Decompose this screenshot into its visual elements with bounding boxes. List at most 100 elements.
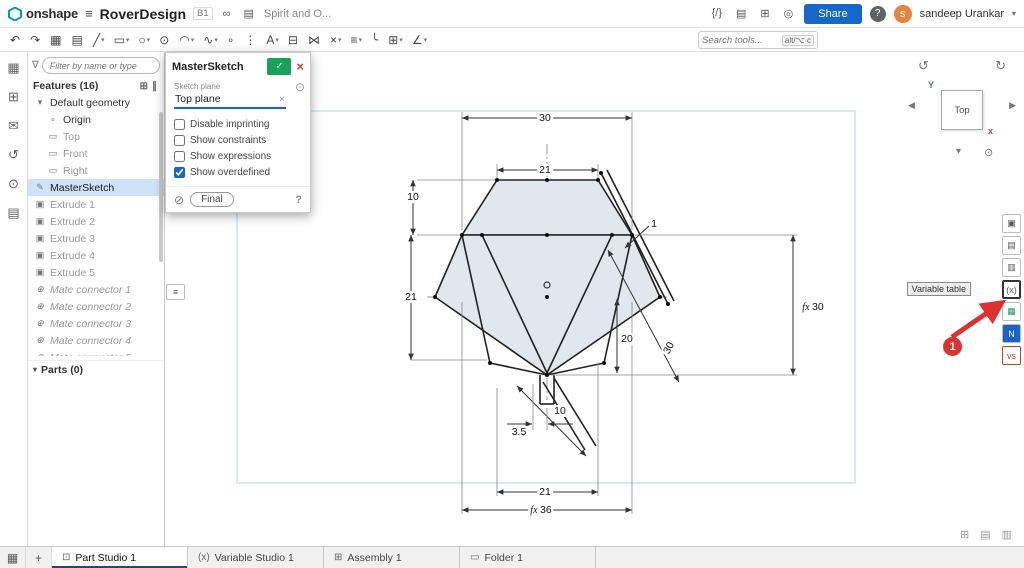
filter-funnel-icon[interactable]: ∇: [32, 60, 39, 71]
titlebar-icon[interactable]: ▤: [733, 7, 749, 20]
strip-icon[interactable]: ▦: [7, 60, 19, 76]
strip-icon[interactable]: ↺: [8, 147, 19, 163]
parts-section[interactable]: ▾ Parts (0): [28, 360, 164, 378]
dialog-option[interactable]: Show overdefined: [174, 164, 302, 180]
right-panel-button[interactable]: vs: [1002, 346, 1021, 365]
link-icon[interactable]: ∞: [220, 8, 234, 20]
display-mode-icon[interactable]: ⊙: [984, 146, 993, 159]
tool-dropdown-chevron-icon[interactable]: ▾: [358, 36, 362, 44]
rotate-ccw-icon[interactable]: ↺: [918, 58, 929, 74]
titlebar-icon[interactable]: ◎: [781, 7, 797, 20]
toolbar-tool-button[interactable]: ≡ ▾: [346, 31, 366, 49]
dialog-option[interactable]: Show expressions: [174, 148, 302, 164]
tool-dropdown-chevron-icon[interactable]: ▾: [399, 36, 403, 44]
feature-tree-item[interactable]: ⊕ Mate connector 2: [28, 298, 164, 315]
toolbar-tool-button[interactable]: ⊞ ▾: [384, 31, 407, 49]
tool-dropdown-chevron-icon[interactable]: ▾: [338, 36, 342, 44]
feature-tree-item[interactable]: ▭ Top: [28, 128, 164, 145]
dialog-help-icon[interactable]: ?: [295, 194, 302, 206]
tab-manager-icon[interactable]: ▦: [0, 547, 26, 568]
confirm-button[interactable]: ✓: [267, 58, 291, 75]
user-name[interactable]: sandeep Urankar: [920, 8, 1004, 20]
studio-tab[interactable]: (x) Variable Studio 1: [188, 547, 324, 568]
feature-tree-item[interactable]: ▭ Right: [28, 162, 164, 179]
dialog-option[interactable]: Disable imprinting: [174, 116, 302, 132]
sketch-dimension[interactable]: 21: [403, 291, 419, 303]
avatar[interactable]: s: [894, 5, 912, 23]
strip-icon[interactable]: ⊞: [8, 89, 19, 105]
canvas-corner-icon[interactable]: ⊞: [960, 528, 969, 541]
feature-filter-input[interactable]: [42, 57, 160, 74]
canvas-corner-icon[interactable]: ▤: [980, 528, 990, 541]
toolbar-tool-button[interactable]: ⋈: [304, 31, 325, 49]
tree-scrollbar[interactable]: [159, 112, 163, 262]
share-button[interactable]: Share: [804, 4, 861, 24]
option-checkbox[interactable]: [174, 151, 185, 162]
tool-dropdown-chevron-icon[interactable]: ▾: [191, 36, 195, 44]
toolbar-tool-button[interactable]: ⊙: [155, 31, 174, 49]
feature-tree-item[interactable]: ⊕ Mate connector 1: [28, 281, 164, 298]
feature-tree-item[interactable]: ∘ Origin: [28, 111, 164, 128]
toolbar-tool-button[interactable]: ↷: [26, 31, 45, 49]
sketch-dimension[interactable]: fx 36: [528, 504, 553, 516]
view-cube-face-top[interactable]: Top: [941, 90, 983, 130]
search-tools-box[interactable]: alt/⌥ c: [698, 31, 818, 49]
titlebar-icon[interactable]: ⊞: [757, 7, 772, 20]
dialog-option[interactable]: Show constraints: [174, 132, 302, 148]
feature-tree-item[interactable]: ✎ MasterSketch: [28, 179, 164, 196]
view-menu-chevron-icon[interactable]: ▾: [956, 146, 961, 157]
toolbar-tool-button[interactable]: ◠ ▾: [175, 31, 198, 49]
feature-tree-item[interactable]: ▾ Default geometry: [28, 94, 164, 111]
sketch-dimension[interactable]: 1: [649, 218, 659, 230]
feature-tree-item[interactable]: ▣ Extrude 5: [28, 264, 164, 281]
search-tools-input[interactable]: [702, 35, 779, 46]
strip-icon[interactable]: ✉: [8, 118, 19, 134]
sketch-dimension[interactable]: 20: [619, 333, 635, 345]
feature-tree-item[interactable]: ⊕ Mate connector 4: [28, 332, 164, 349]
sketch-state-icon[interactable]: ⊘: [174, 193, 184, 207]
toolbar-tool-button[interactable]: ▭ ▾: [110, 31, 134, 49]
studio-tab[interactable]: ⊞ Assembly 1: [324, 547, 460, 568]
feature-tree-item[interactable]: ▣ Extrude 1: [28, 196, 164, 213]
option-checkbox[interactable]: [174, 135, 185, 146]
final-button[interactable]: Final: [190, 192, 234, 207]
toolbar-tool-button[interactable]: ▦: [46, 31, 66, 49]
feature-tree-item[interactable]: ⊕ Mate connector 3: [28, 315, 164, 332]
strip-icon[interactable]: ▤: [7, 205, 19, 221]
close-button[interactable]: ×: [296, 60, 304, 73]
sketch-dimension[interactable]: 21: [537, 486, 553, 498]
right-panel-button[interactable]: ▤: [1002, 236, 1021, 255]
toolbar-tool-button[interactable]: A ▾: [262, 31, 283, 49]
right-panel-button[interactable]: ▥: [1002, 258, 1021, 277]
sketch-timer-icon[interactable]: ⊙: [295, 80, 305, 94]
rotate-cw-icon[interactable]: ↻: [995, 58, 1006, 74]
feature-tree-item[interactable]: ⊕ Mate connector 5: [28, 349, 164, 356]
toolbar-tool-button[interactable]: ○ ▾: [134, 31, 154, 49]
titlebar-icon[interactable]: {/}: [709, 7, 725, 20]
toolbar-tool-button[interactable]: ∘: [223, 31, 240, 49]
clear-selection-icon[interactable]: ×: [279, 94, 285, 105]
studio-tab[interactable]: ▭ Folder 1: [460, 547, 596, 568]
toolbar-tool-button[interactable]: ∿ ▾: [199, 31, 222, 49]
sketch-dimension[interactable]: 21: [537, 164, 553, 176]
studio-tab[interactable]: ⊡ Part Studio 1: [52, 547, 188, 568]
toolbar-tool-button[interactable]: ∠ ▾: [408, 31, 431, 49]
tool-dropdown-chevron-icon[interactable]: ▾: [101, 36, 105, 44]
add-tab-button[interactable]: +: [26, 547, 52, 568]
toolbar-tool-button[interactable]: ╰: [367, 31, 383, 49]
tool-dropdown-chevron-icon[interactable]: ▾: [214, 36, 218, 44]
toolbar-tool-button[interactable]: ⋮: [240, 31, 261, 49]
sketch-dimension[interactable]: 3.5: [510, 426, 529, 438]
onshape-logo[interactable]: onshape: [8, 6, 78, 21]
toolbar-tool-button[interactable]: ↶: [6, 31, 25, 49]
document-title[interactable]: RoverDesign: [100, 6, 186, 22]
feature-tree-item[interactable]: ▣ Extrude 3: [28, 230, 164, 247]
tree-header-icon[interactable]: ⊞: [138, 81, 150, 92]
toolbar-tool-button[interactable]: × ▾: [326, 31, 346, 49]
sketch-plane-field[interactable]: Top plane ×: [174, 91, 286, 109]
tool-dropdown-chevron-icon[interactable]: ▾: [424, 36, 428, 44]
toolbar-tool-button[interactable]: ▤: [67, 31, 87, 49]
tool-dropdown-chevron-icon[interactable]: ▾: [126, 36, 130, 44]
right-panel-button[interactable]: ▣: [1002, 214, 1021, 233]
option-checkbox[interactable]: [174, 119, 185, 130]
